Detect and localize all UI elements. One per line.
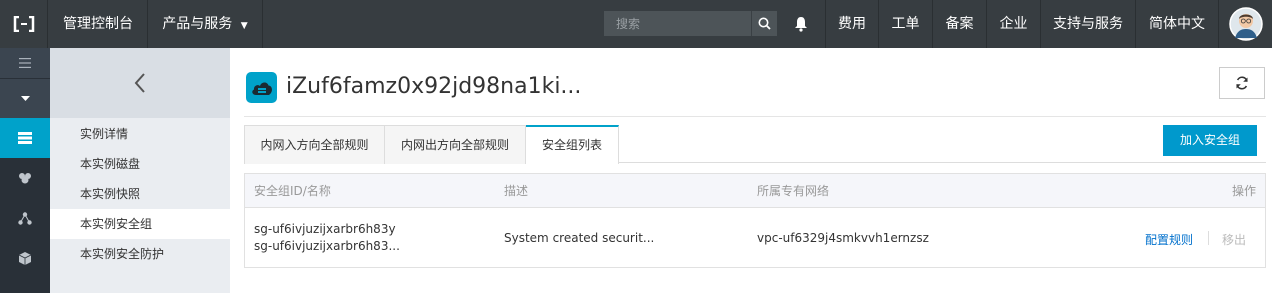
instance-icon: [246, 72, 277, 103]
console-link[interactable]: 管理控制台: [49, 0, 148, 48]
search-input[interactable]: [604, 11, 750, 36]
caret-down-icon: ▼: [240, 21, 248, 31]
products-label: 产品与服务: [162, 16, 233, 32]
cube-icon: [18, 251, 32, 265]
notifications-button[interactable]: [788, 12, 814, 36]
aliyun-logo-icon: [13, 16, 34, 32]
security-group-vpc: vpc-uf6329j4smkvvh1ernzsz: [757, 231, 929, 245]
nav-tickets[interactable]: 工单: [879, 0, 933, 48]
column-header-vpc: 所属专有网络: [757, 184, 830, 198]
security-group-name: sg-uf6ivjuzijxarbr6h83...: [254, 239, 400, 253]
refresh-icon: [1236, 76, 1248, 90]
sidebar-item-network[interactable]: [0, 198, 50, 238]
top-bar: 管理控制台 产品与服务 ▼ 费用 工单 备案 企业 支持与服务 简体中文: [0, 0, 1272, 48]
subnav-item-details[interactable]: 实例详情: [50, 119, 230, 149]
nav-language[interactable]: 简体中文: [1136, 0, 1219, 48]
nav-icp[interactable]: 备案: [933, 0, 987, 48]
subnav-item-security-protection[interactable]: 本实例安全防护: [50, 239, 230, 269]
subnav-item-snapshots[interactable]: 本实例快照: [50, 179, 230, 209]
nav-support[interactable]: 支持与服务: [1041, 0, 1136, 48]
join-security-group-button[interactable]: 加入安全组: [1163, 125, 1257, 156]
search-box: [604, 11, 777, 36]
title-divider: [244, 116, 1266, 117]
page-title: iZuf6famz0x92jd98na1ki...: [286, 74, 582, 99]
instance-subnav: 实例详情 本实例磁盘 本实例快照 本实例安全组 本实例安全防护: [50, 48, 230, 293]
column-header-description: 描述: [504, 184, 529, 198]
security-group-table: 安全组ID/名称 描述 所属专有网络 操作 sg-uf6ivjuzijxarbr…: [244, 173, 1266, 268]
refresh-button[interactable]: [1219, 67, 1265, 99]
security-group-id: sg-uf6ivjuzijxarbr6h83y: [254, 222, 396, 236]
tab-egress-rules[interactable]: 内网出方向全部规则: [385, 125, 526, 164]
home-logo[interactable]: [0, 0, 48, 48]
avatar: [1228, 7, 1263, 41]
back-button[interactable]: [50, 48, 230, 118]
subnav-item-disks[interactable]: 本实例磁盘: [50, 149, 230, 179]
tab-security-group-list[interactable]: 安全组列表: [526, 125, 619, 164]
sidebar-item-ecs[interactable]: [0, 118, 50, 158]
subnav-item-security-groups[interactable]: 本实例安全组: [50, 209, 230, 239]
search-icon: [758, 17, 771, 30]
sidebar-toggle[interactable]: [0, 48, 50, 78]
sidebar-expand[interactable]: [0, 79, 50, 118]
chevron-left-icon: [134, 73, 145, 93]
search-button[interactable]: [751, 11, 777, 36]
server-list-icon: [18, 132, 32, 144]
bell-icon: [795, 17, 807, 32]
security-group-description: System created securit...: [504, 231, 655, 245]
cloud-icon: [19, 173, 31, 184]
network-icon: [18, 211, 32, 225]
chevron-down-icon: [20, 95, 30, 101]
nav-enterprise[interactable]: 企业: [987, 0, 1041, 48]
main-content: iZuf6famz0x92jd98na1ki... 内网入方向全部规则 内网出方…: [230, 48, 1272, 293]
action-separator: [1208, 231, 1209, 245]
table-header: 安全组ID/名称 描述 所属专有网络 操作: [245, 174, 1265, 208]
column-header-id-name: 安全组ID/名称: [254, 184, 331, 198]
products-menu[interactable]: 产品与服务 ▼: [148, 0, 263, 48]
tab-ingress-rules[interactable]: 内网入方向全部规则: [244, 125, 385, 164]
sidebar-item-cloud[interactable]: [0, 158, 50, 198]
remove-link[interactable]: 移出: [1222, 231, 1246, 248]
icon-sidebar: [0, 48, 50, 293]
sidebar-item-storage[interactable]: [0, 238, 50, 278]
column-header-actions: 操作: [1231, 184, 1256, 198]
tab-bar: 内网入方向全部规则 内网出方向全部规则 安全组列表: [244, 125, 1266, 164]
user-menu[interactable]: [1219, 0, 1272, 48]
menu-icon: [19, 58, 31, 68]
configure-rules-link[interactable]: 配置规则: [1145, 231, 1193, 248]
cloud-server-icon: [251, 82, 272, 95]
nav-billing[interactable]: 费用: [825, 0, 879, 48]
